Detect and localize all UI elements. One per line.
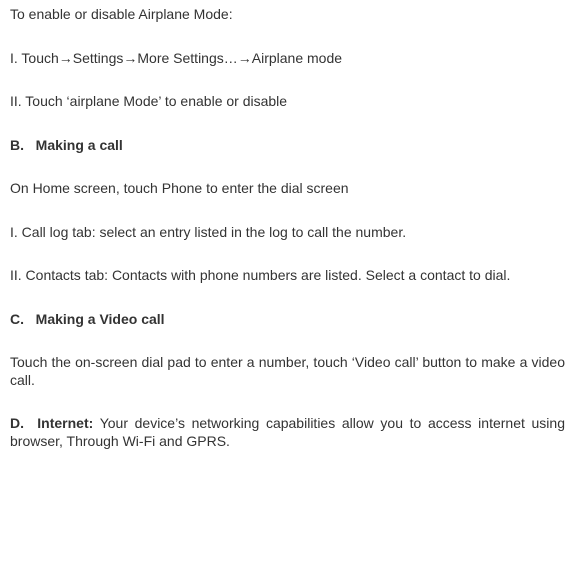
seg-settings: Settings [73,50,124,66]
seg-more: More Settings… [137,50,237,66]
section-b-step-2: II. Contacts tab: Contacts with phone nu… [10,267,565,285]
step1-prefix: I. Touch [10,50,59,66]
section-d-rest: Your device’s networking capabilities al… [10,415,565,449]
section-b-heading: B. Making a call [10,137,565,155]
section-b-desc: On Home screen, touch Phone to enter the… [10,180,565,198]
arrow-icon: → [59,50,73,66]
arrow-icon: → [238,50,252,66]
section-c-desc: Touch the on-screen dial pad to enter a … [10,354,565,389]
airplane-intro: To enable or disable Airplane Mode: [10,6,565,24]
airplane-step-2: II. Touch ‘airplane Mode’ to enable or d… [10,93,565,111]
airplane-step-1: I. Touch→Settings→More Settings…→Airplan… [10,50,565,68]
document-page: To enable or disable Airplane Mode: I. T… [0,0,575,460]
section-d-label: D. Internet: [10,415,93,431]
section-c-heading: C. Making a Video call [10,311,565,329]
arrow-icon: → [123,50,137,66]
seg-airplane: Airplane mode [252,50,342,66]
section-b-step-1: I. Call log tab: select an entry listed … [10,224,565,242]
section-d: D. Internet: Your device’s networking ca… [10,415,565,450]
